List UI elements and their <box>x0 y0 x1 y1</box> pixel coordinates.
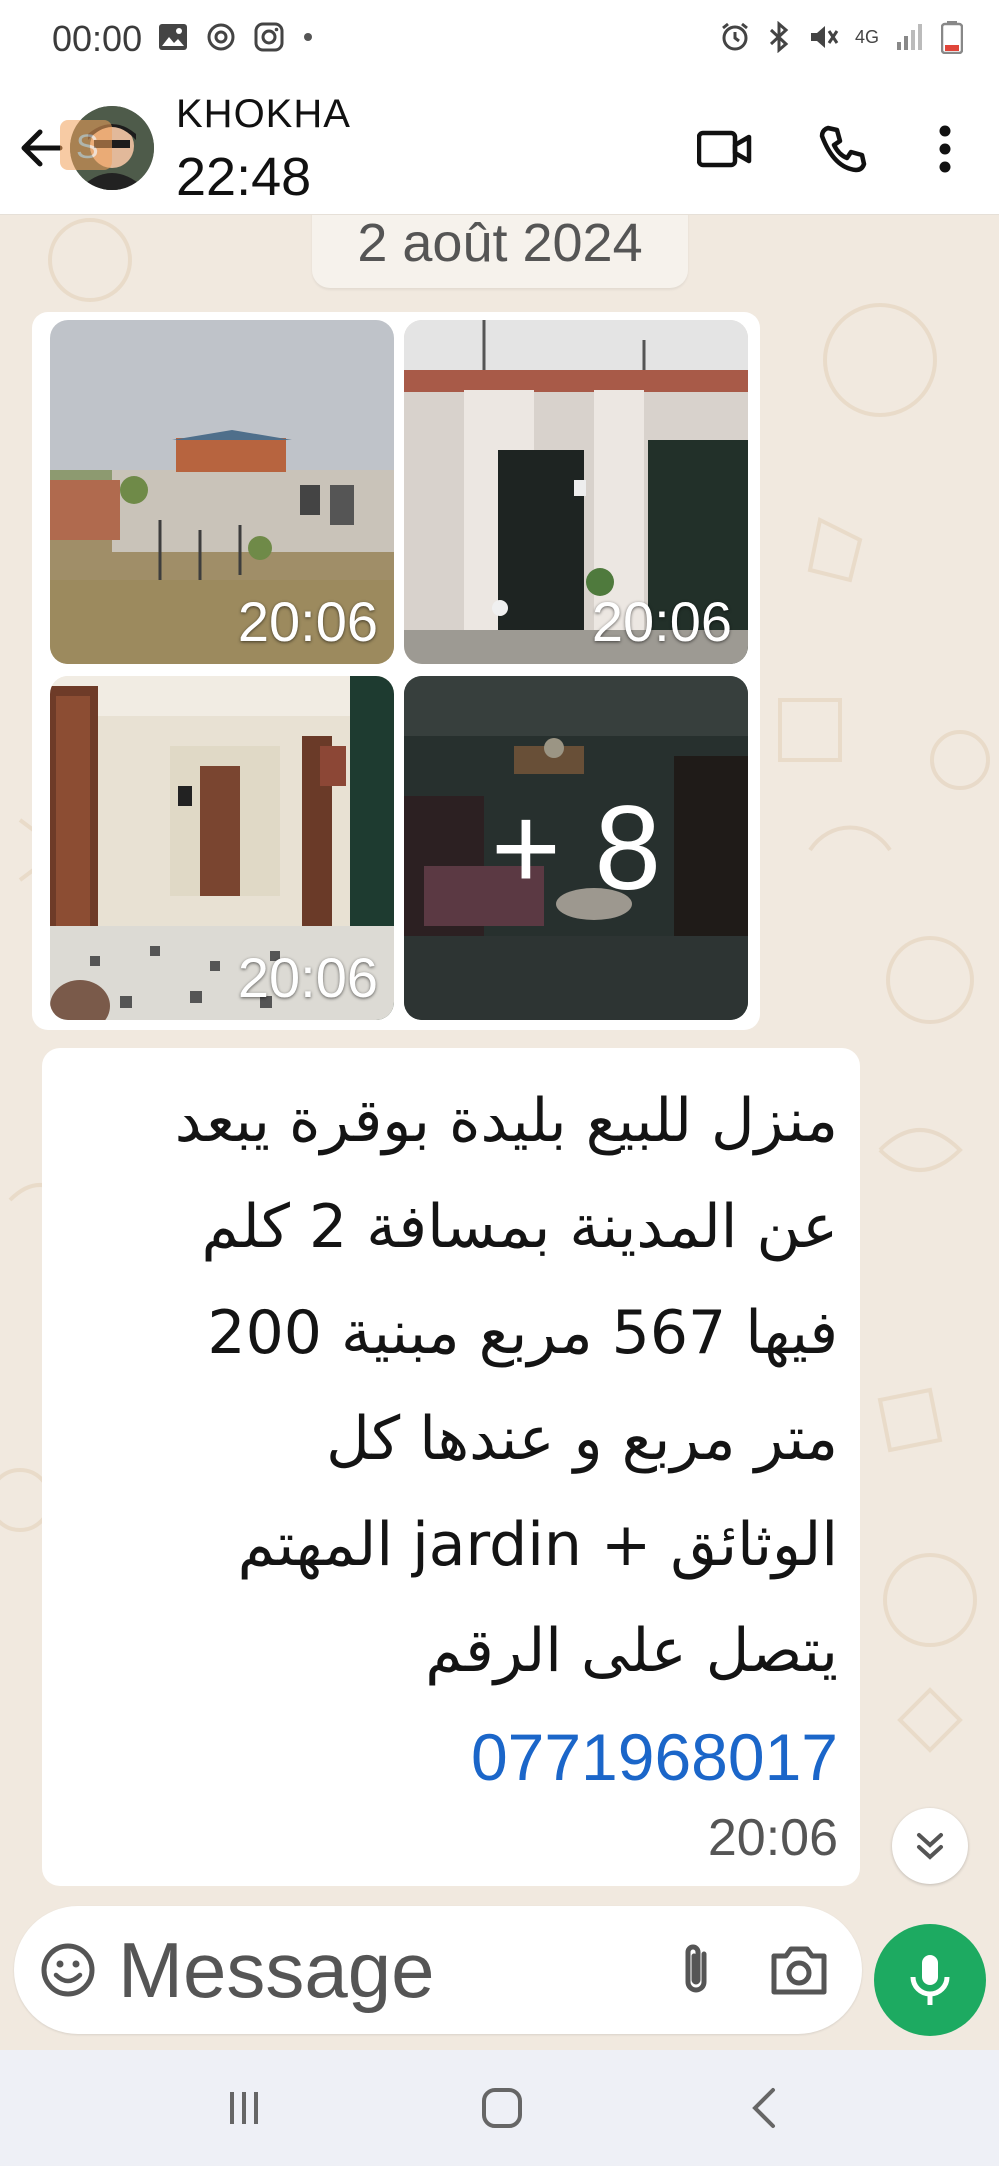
message-line: الوثائق + jardin المهتم <box>237 1510 838 1580</box>
sync-icon <box>207 23 235 51</box>
image-message-bubble[interactable]: 20:06 20:06 20:06 + 8 <box>32 312 760 1030</box>
contact-subtitle: 22:48 <box>176 147 312 207</box>
text-message-bubble[interactable]: منزل للبيع بليدة بوقرة يبعد عن المدينة ب… <box>42 1048 860 1886</box>
attach-icon[interactable] <box>664 1936 730 2002</box>
voice-call-icon <box>819 125 867 173</box>
message-composer <box>14 1906 862 2034</box>
voice-call-button[interactable] <box>808 114 878 184</box>
microphone-icon <box>910 1955 950 2005</box>
recents-button[interactable] <box>204 2078 284 2138</box>
message-line: يتصل على الرقم <box>425 1616 838 1686</box>
svg-text:S: S <box>76 128 99 166</box>
more-photos-count[interactable]: + 8 <box>404 676 748 1020</box>
photo-thumbnail[interactable]: 20:06 <box>50 676 394 1020</box>
watermark-logo-icon: S <box>60 120 112 170</box>
phone-number-link[interactable]: 0771968017 <box>68 1704 838 1810</box>
back-nav-icon <box>752 2088 775 2128</box>
dot-icon <box>304 33 312 41</box>
home-icon <box>482 2088 522 2128</box>
network-label: 4G <box>854 27 879 47</box>
image-icon <box>159 24 187 50</box>
status-time: 00:00 <box>52 18 143 59</box>
signal-icon <box>897 24 922 50</box>
contact-name[interactable]: KHOKHA <box>176 92 351 137</box>
video-call-button[interactable] <box>690 114 760 184</box>
more-options-button[interactable] <box>910 114 980 184</box>
mute-icon <box>810 26 839 48</box>
double-chevron-down-icon <box>917 1833 943 1860</box>
message-text: منزل للبيع بليدة بوقرة يبعد عن المدينة ب… <box>68 1068 838 1810</box>
back-nav-button[interactable] <box>724 2078 804 2138</box>
message-line: فيها 567 مربع مبنية 200 <box>207 1298 838 1368</box>
status-bar: 00:00 4G <box>0 0 999 80</box>
status-left-icons <box>158 22 314 52</box>
scroll-to-bottom-button[interactable] <box>892 1808 968 1884</box>
system-nav-bar <box>0 2050 999 2166</box>
message-line: عن المدينة بمسافة 2 كلم <box>201 1192 838 1262</box>
message-line: متر مربع و عندها كل <box>326 1404 838 1474</box>
bluetooth-icon <box>769 21 789 53</box>
more-options-icon <box>939 125 951 173</box>
message-timestamp: 20:06 <box>707 1809 838 1867</box>
photo-thumbnail[interactable]: 20:06 <box>404 320 748 664</box>
camera-icon[interactable] <box>764 1936 834 2002</box>
chat-header: S KHOKHA 22:48 <box>0 80 999 215</box>
emoji-icon[interactable] <box>36 1938 100 2002</box>
alarm-icon <box>722 22 748 51</box>
voice-record-button[interactable] <box>874 1924 986 2036</box>
status-right-icons: 4G <box>719 20 963 54</box>
photo-thumbnail[interactable]: + 8 <box>404 676 748 1020</box>
photo-timestamp: 20:06 <box>591 590 732 653</box>
instagram-icon <box>254 22 284 52</box>
video-call-icon <box>697 130 752 168</box>
battery-icon <box>941 21 963 54</box>
recents-icon <box>230 2092 258 2124</box>
home-button[interactable] <box>462 2078 542 2138</box>
photo-timestamp: 20:06 <box>237 946 378 1009</box>
message-line: منزل للبيع بليدة بوقرة يبعد <box>174 1086 838 1156</box>
photo-timestamp: 20:06 <box>237 590 378 653</box>
photo-thumbnail[interactable]: 20:06 <box>50 320 394 664</box>
message-input[interactable] <box>118 1920 658 2020</box>
